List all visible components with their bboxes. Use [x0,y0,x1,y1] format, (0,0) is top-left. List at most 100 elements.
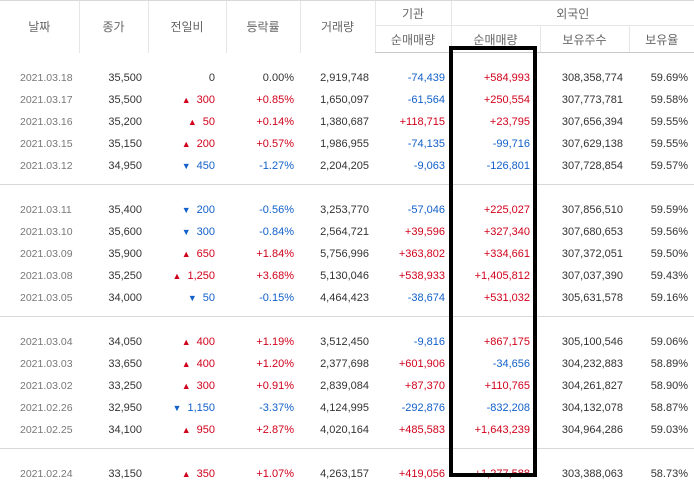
cell-close: 35,500 [79,89,148,111]
cell-date: 2021.03.11 [0,199,79,221]
table-row: 2021.02.2632,950▼1,150-3.37%4,124,995-29… [0,397,694,419]
cell-foreign-ratio: 59.06% [629,331,694,353]
cell-inst-net: +601,906 [375,353,451,375]
cell-change: ▲650 [148,243,226,265]
cell-date: 2021.03.16 [0,111,79,133]
cell-volume: 1,380,687 [300,111,375,133]
cell-close: 35,600 [79,221,148,243]
header-volume: 거래량 [300,1,375,53]
change-value: 300 [197,226,215,238]
header-institution: 기관 [375,1,451,26]
cell-close: 34,050 [79,331,148,353]
cell-date: 2021.03.10 [0,221,79,243]
cell-date: 2021.03.09 [0,243,79,265]
cell-inst-net: -292,876 [375,397,451,419]
cell-inst-net: +485,583 [375,419,451,441]
cell-date: 2021.02.26 [0,397,79,419]
cell-inst-net: -9,063 [375,155,451,177]
cell-foreign-net: -126,801 [451,155,540,177]
cell-volume: 3,253,770 [300,199,375,221]
down-arrow-icon: ▼ [182,205,191,215]
cell-change: ▲ 1,250 [148,265,226,287]
cell-foreign-ratio: 59.50% [629,243,694,265]
cell-foreign-holdings: 303,388,063 [540,463,629,485]
cell-volume: 2,564,721 [300,221,375,243]
cell-rate: +2.87% [226,419,300,441]
cell-change: ▼ 450 [148,155,226,177]
cell-inst-net: -74,439 [375,67,451,89]
cell-foreign-holdings: 307,773,781 [540,89,629,111]
table-body: 2021.03.1835,50000.00%2,919,748-74,439+5… [0,53,694,485]
cell-close: 34,000 [79,287,148,309]
cell-change: ▲950 [148,419,226,441]
cell-foreign-net: -34,656 [451,353,540,375]
cell-foreign-ratio: 59.55% [629,111,694,133]
change-value: 0 [209,72,215,84]
cell-volume: 4,263,157 [300,463,375,485]
cell-change: ▲300 [148,89,226,111]
cell-close: 34,950 [79,155,148,177]
cell-date: 2021.03.03 [0,353,79,375]
change-value: 50 [203,116,215,128]
cell-close: 35,900 [79,243,148,265]
cell-volume: 5,130,046 [300,265,375,287]
cell-inst-net: -61,564 [375,89,451,111]
table-header: 날짜 종가 전일비 등락률 거래량 기관 외국인 순매매량 순매매량 보유주수 … [0,1,694,53]
change-value: 200 [197,204,215,216]
cell-rate: +1.19% [226,331,300,353]
header-date: 날짜 [0,1,79,53]
table-row: 2021.03.0233,250▲300+0.91%2,839,084+87,3… [0,375,694,397]
cell-volume: 3,512,450 [300,331,375,353]
cell-date: 2021.03.15 [0,133,79,155]
cell-volume: 2,204,205 [300,155,375,177]
cell-close: 35,400 [79,199,148,221]
change-value: 450 [197,160,215,172]
cell-foreign-net: +1,643,239 [451,419,540,441]
cell-change: ▲ 400 [148,331,226,353]
table-row: 2021.03.0434,050▲400+1.19%3,512,450-9,81… [0,331,694,353]
table-row: 2021.03.1035,600▼300-0.84%2,564,721+39,5… [0,221,694,243]
cell-foreign-holdings: 305,100,546 [540,331,629,353]
up-arrow-icon: ▲ [182,249,191,259]
cell-change: 0 [148,67,226,89]
change-value: 400 [197,336,215,348]
cell-foreign-net: -832,208 [451,397,540,419]
change-value: 300 [197,380,215,392]
cell-inst-net: +363,802 [375,243,451,265]
header-foreign-ratio: 보유율 [629,26,694,53]
cell-foreign-net: +1,277,588 [451,463,540,485]
header-rate: 등락률 [226,1,300,53]
up-arrow-icon: ▲ [188,117,197,127]
up-arrow-icon: ▲ [182,359,191,369]
change-value: 350 [197,468,215,480]
up-arrow-icon: ▲ [173,271,182,281]
down-arrow-icon: ▼ [182,161,191,171]
cell-rate: +1.84% [226,243,300,265]
cell-foreign-ratio: 59.56% [629,221,694,243]
cell-foreign-ratio: 59.69% [629,67,694,89]
cell-close: 35,250 [79,265,148,287]
cell-inst-net: +87,370 [375,375,451,397]
cell-foreign-net: +327,340 [451,221,540,243]
cell-foreign-holdings: 304,964,286 [540,419,629,441]
cell-foreign-ratio: 59.43% [629,265,694,287]
cell-change: ▼300 [148,221,226,243]
cell-foreign-holdings: 307,680,653 [540,221,629,243]
cell-foreign-holdings: 304,232,883 [540,353,629,375]
cell-foreign-net: +250,554 [451,89,540,111]
table-row: 2021.03.1135,400▼200-0.56%3,253,770-57,0… [0,199,694,221]
change-value: 1,250 [187,270,215,282]
cell-inst-net: +118,715 [375,111,451,133]
cell-change: ▲ 50 [148,111,226,133]
cell-foreign-ratio: 59.55% [629,133,694,155]
cell-rate: +0.14% [226,111,300,133]
up-arrow-icon: ▲ [182,337,191,347]
table-row: 2021.02.2433,150▲350+1.07%4,263,157+419,… [0,463,694,485]
cell-volume: 1,986,955 [300,133,375,155]
table-row: 2021.03.0534,000▼50-0.15%4,464,423-38,67… [0,287,694,309]
cell-foreign-holdings: 305,631,578 [540,287,629,309]
change-value: 950 [197,424,215,436]
change-value: 1,150 [187,402,215,414]
cell-foreign-holdings: 304,261,827 [540,375,629,397]
cell-close: 35,200 [79,111,148,133]
